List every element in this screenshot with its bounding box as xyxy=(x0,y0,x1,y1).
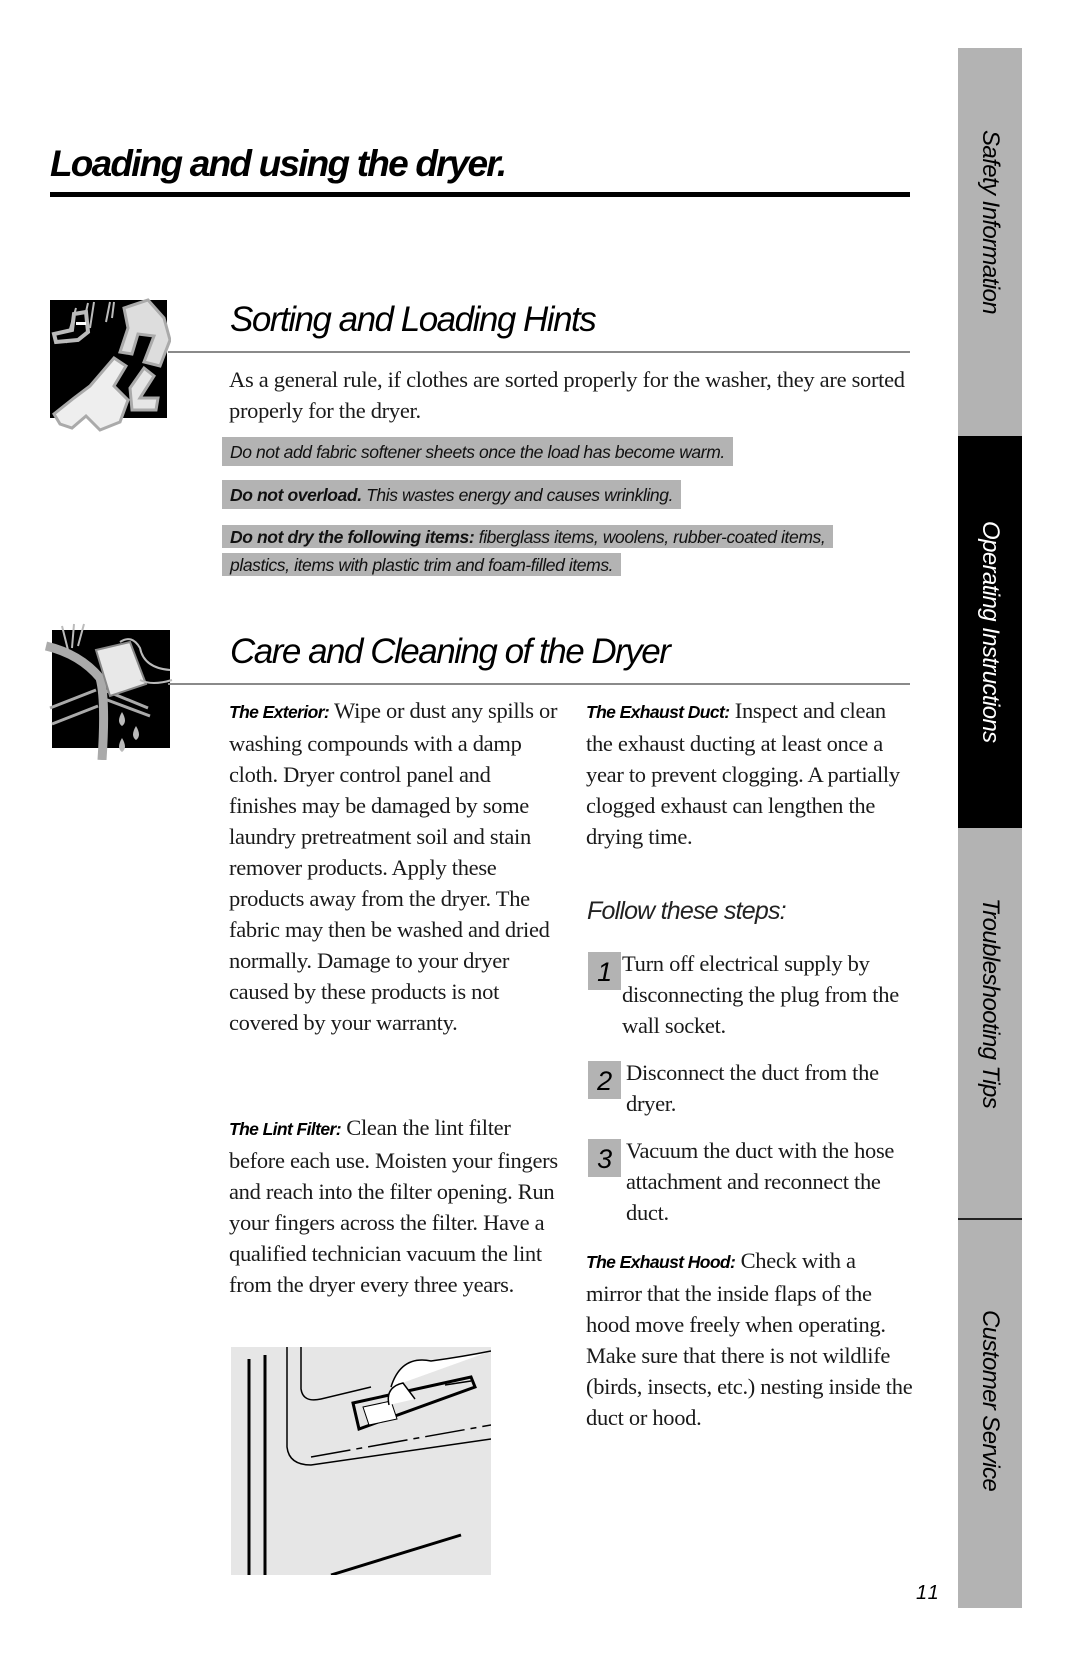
exterior-text: Wipe or dust any spills or washing compo… xyxy=(229,698,558,1035)
tab-label: Troubleshooting Tips xyxy=(977,898,1004,1109)
exhaust-hood-paragraph: The Exhaust Hood: Check with a mirror th… xyxy=(586,1245,916,1433)
step-text: Turn off electrical supply by disconnect… xyxy=(622,951,899,1038)
laundry-clothes-icon xyxy=(36,288,172,432)
note-bold: Do not dry the following items: xyxy=(230,527,475,547)
note-fabric-softener: Do not add fabric softener sheets once t… xyxy=(222,437,733,466)
title-rule xyxy=(50,192,910,197)
step-item: 2 Disconnect the duct from the dryer. xyxy=(588,1057,918,1119)
tab-label: Customer Service xyxy=(977,1310,1004,1492)
step-number: 2 xyxy=(588,1061,621,1099)
tab-troubleshooting-tips[interactable]: Troubleshooting Tips xyxy=(958,828,1022,1218)
step-text: Disconnect the duct from the dryer. xyxy=(626,1060,879,1116)
tab-operating-instructions[interactable]: Operating Instructions xyxy=(958,436,1022,828)
lint-filter-paragraph: The Lint Filter: Clean the lint filter b… xyxy=(229,1112,565,1300)
step-number: 3 xyxy=(588,1139,621,1177)
note-text: This wastes energy and causes wrinkling. xyxy=(361,485,674,505)
exhaust-duct-paragraph: The Exhaust Duct: Inspect and clean the … xyxy=(586,695,916,852)
exhaust-duct-label: The Exhaust Duct: xyxy=(586,702,730,722)
tab-safety-information[interactable]: Safety Information xyxy=(958,48,1022,436)
note-overload: Do not overload. This wastes energy and … xyxy=(222,480,682,509)
section-rule-care xyxy=(168,683,910,685)
page-number: 11 xyxy=(916,1582,941,1604)
exhaust-hood-text: Check with a mirror that the inside flap… xyxy=(586,1248,913,1430)
sorting-intro: As a general rule, if clothes are sorted… xyxy=(229,367,905,423)
follow-steps-heading: Follow these steps: xyxy=(587,897,787,925)
page-title: Loading and using the dryer. xyxy=(50,143,507,184)
exterior-paragraph: The Exterior: Wipe or dust any spills or… xyxy=(229,695,559,1038)
note-text: Do not add fabric softener sheets once t… xyxy=(230,442,725,462)
section-heading-care: Care and Cleaning of the Dryer xyxy=(230,632,671,671)
lint-filter-text: Clean the lint filter before each use. M… xyxy=(229,1115,558,1297)
tab-customer-service[interactable]: Customer Service xyxy=(958,1220,1022,1608)
step-item: 3 Vacuum the duct with the hose attachme… xyxy=(588,1135,918,1228)
note-bold: Do not overload. xyxy=(230,485,362,505)
step-text: Vacuum the duct with the hose attachment… xyxy=(626,1138,895,1225)
section-tabs: Safety Information Operating Instruction… xyxy=(958,48,1022,1608)
note-do-not-dry: Do not dry the following items: fibergla… xyxy=(222,523,862,579)
lint-filter-label: The Lint Filter: xyxy=(229,1119,342,1139)
section-heading-sorting: Sorting and Loading Hints xyxy=(230,300,597,339)
step-item: 1 Turn off electrical supply by disconne… xyxy=(588,948,918,1041)
sponge-cleaning-icon xyxy=(40,620,173,761)
section-rule-sorting xyxy=(168,351,910,353)
lint-filter-illustration xyxy=(231,1347,491,1575)
tab-label: Operating Instructions xyxy=(977,521,1004,743)
tab-label: Safety Information xyxy=(977,130,1004,314)
exterior-label: The Exterior: xyxy=(229,702,330,722)
exhaust-hood-label: The Exhaust Hood: xyxy=(586,1252,736,1272)
step-number: 1 xyxy=(588,952,621,990)
